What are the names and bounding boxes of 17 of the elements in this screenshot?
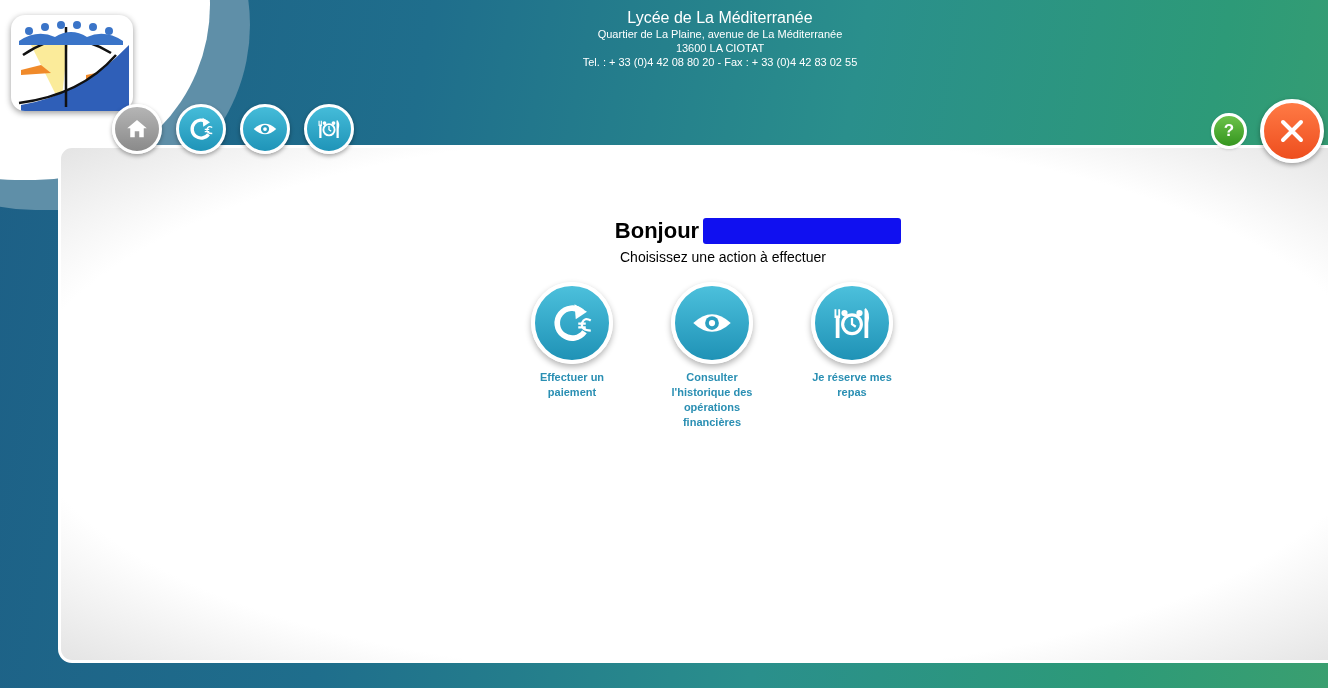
action-label: Effectuer un paiement [538,370,606,400]
school-city: 13600 LA CIOTAT [675,41,765,56]
help-button[interactable]: ? [1211,113,1247,149]
greeting: Bonjour [614,217,700,245]
action-label: Consulter l'historique des opérations financières [670,370,754,430]
action-label: Je réserve mes repas [811,370,893,400]
school-address: Quartier de La Plaine, avenue de La Méditerranée [597,28,843,42]
school-contact: Tel. : + 33 (0)4 42 08 80 20 - Fax : + 33 (0)4 42 83 02 55 [582,55,858,70]
action-button[interactable]: Consulter l'historique des opérations financières [662,282,762,430]
action-button[interactable]: Je réserve mes repas [802,282,902,430]
action-button[interactable]: Effectuer un paiement [522,282,622,430]
instruction-text: Choisissez une action à effectuer [620,248,826,267]
history-button[interactable] [240,104,290,154]
close-button[interactable] [1260,99,1324,163]
meals-button[interactable] [304,104,354,154]
school-name: Lycée de La Méditerranée [627,8,813,28]
close-icon [1279,118,1305,144]
